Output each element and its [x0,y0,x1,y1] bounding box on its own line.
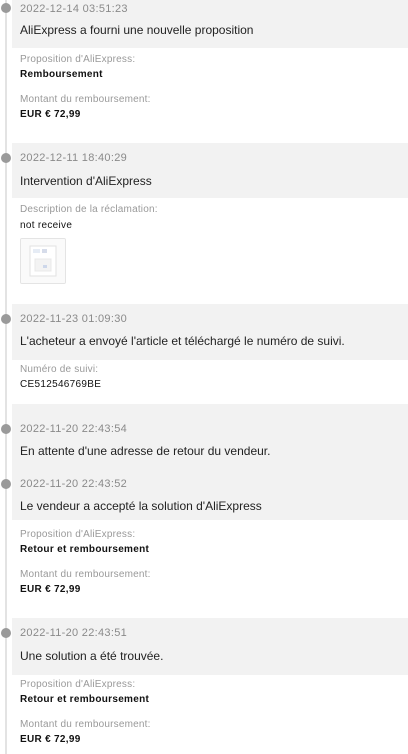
refund-amount: EUR € 72,99 [20,109,81,120]
event-timestamp: 2022-12-11 18:40:29 [20,152,128,164]
timeline-dot-icon [1,479,11,489]
timeline-line [5,0,7,754]
detail-value: Retour et remboursement [20,544,150,555]
event-timestamp: 2022-12-14 03:51:23 [20,3,128,15]
detail-label: Montant du remboursement: [20,719,151,730]
event-title: Le vendeur a accepté la solution d'AliEx… [20,499,262,513]
detail-label: Numéro de suivi: [20,364,99,375]
detail-value: Retour et remboursement [20,694,150,705]
detail-label: Description de la réclamation: [20,204,158,215]
timeline-dot-icon [1,424,11,434]
event-timestamp: 2022-11-20 22:43:52 [20,478,128,490]
timeline-dot-icon [1,628,11,638]
tracking-number: CE512546769BE [20,379,102,390]
detail-label: Montant du remboursement: [20,94,151,105]
event-title: AliExpress a fourni une nouvelle proposi… [20,23,254,37]
refund-amount: EUR € 72,99 [20,584,81,595]
detail-label: Montant du remboursement: [20,569,151,580]
event-timestamp: 2022-11-20 22:43:51 [20,627,128,639]
event-title: Intervention d'AliExpress [20,174,152,188]
detail-label: Proposition d'AliExpress: [20,54,136,65]
event-title: Une solution a été trouvée. [20,649,164,663]
timeline-dot-icon [1,3,11,13]
detail-label: Proposition d'AliExpress: [20,679,136,690]
refund-amount: EUR € 72,99 [20,734,81,745]
timeline-dot-icon [1,314,11,324]
event-title: L'acheteur a envoyé l'article et télécha… [20,334,345,348]
dispute-timeline: 2022-12-14 03:51:23 AliExpress a fourni … [0,0,408,754]
event-title: En attente d'une adresse de retour du ve… [20,444,271,458]
detail-value: Remboursement [20,69,103,80]
event-timestamp: 2022-11-20 22:43:54 [20,423,128,435]
image-attachment-thumbnail-icon[interactable] [20,238,66,284]
timeline-dot-icon [1,153,11,163]
event-timestamp: 2022-11-23 01:09:30 [20,313,128,325]
detail-label: Proposition d'AliExpress: [20,529,136,540]
detail-value: not receive [20,220,73,231]
